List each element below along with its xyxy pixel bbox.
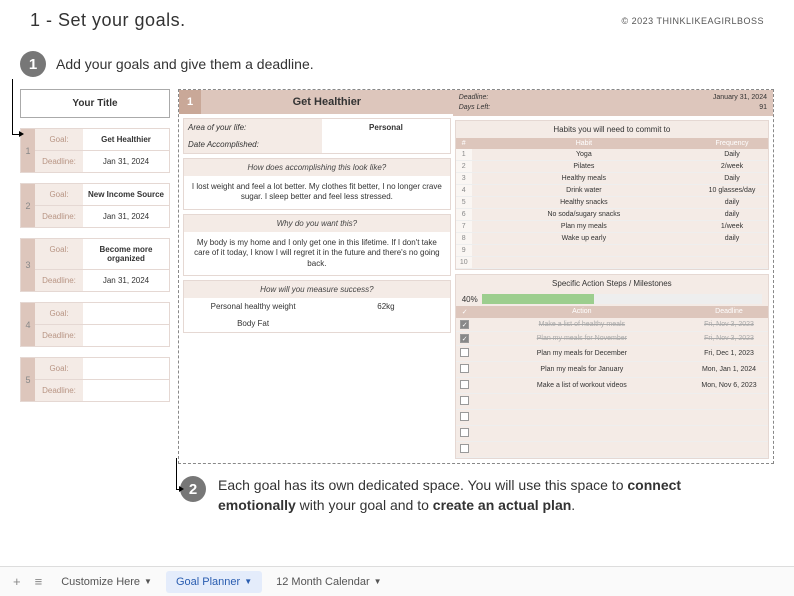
goal-title[interactable]: Get Healthier [83, 129, 169, 150]
checkbox-icon[interactable] [460, 444, 469, 453]
goal-num: 3 [21, 239, 35, 291]
habit-row[interactable]: 8Wake up earlydaily [456, 233, 768, 245]
q2-label: Why do you want this? [184, 215, 450, 232]
goal-label: Goal: [35, 239, 83, 269]
habit-row[interactable]: 10 [456, 257, 768, 269]
habit-row[interactable]: 7Plan my meals1/week [456, 221, 768, 233]
metric-2-value[interactable] [322, 315, 450, 332]
area-value[interactable]: Personal [322, 119, 450, 136]
action-row[interactable]: ✓ Plan my meals for NovemberFri, Nov 3, … [456, 332, 768, 346]
goal-deadline[interactable] [83, 380, 169, 401]
arrow-2 [176, 458, 180, 490]
action-row[interactable] [456, 394, 768, 410]
step-1-badge: 1 [20, 51, 46, 77]
action-row[interactable]: Plan my meals for JanuaryMon, Jan 1, 202… [456, 362, 768, 378]
goal-title[interactable] [83, 303, 169, 324]
metric-2-label[interactable]: Body Fat [184, 315, 322, 332]
date-acc-label: Date Accomplished: [184, 136, 322, 153]
q1-label: How does accomplishing this look like? [184, 159, 450, 176]
actions-table: Specific Action Steps / Milestones 40% ✓… [455, 274, 769, 459]
goal-card-5[interactable]: 5 Goal: Deadline: [20, 357, 170, 402]
habit-row[interactable]: 5Healthy snacksdaily [456, 197, 768, 209]
copyright: © 2023 THINKLIKEAGIRLBOSS [621, 16, 764, 26]
checkbox-icon[interactable] [460, 412, 469, 421]
action-row[interactable]: Make a list of workout videosMon, Nov 6,… [456, 378, 768, 394]
all-sheets-icon[interactable]: ≡ [30, 574, 48, 589]
progress-bar [482, 294, 762, 304]
detail-header: 1 Get Healthier [179, 90, 453, 114]
goal-num: 5 [21, 358, 35, 401]
tab-goal-planner[interactable]: Goal Planner▼ [166, 571, 262, 593]
habit-row[interactable]: 2Pilates2/week [456, 161, 768, 173]
action-row[interactable]: Plan my meals for DecemberFri, Dec 1, 20… [456, 346, 768, 362]
progress-pct: 40% [462, 295, 478, 304]
step-1-text: Add your goals and give them a deadline. [56, 56, 314, 72]
goal-num: 4 [21, 303, 35, 346]
step-2: 2 Each goal has its own dedicated space.… [180, 476, 734, 515]
goal-deadline[interactable]: Jan 31, 2024 [83, 206, 169, 227]
deadline-label: Deadline: [35, 325, 83, 346]
q2-answer[interactable]: My body is my home and I only get one in… [184, 232, 450, 275]
step-2-text: Each goal has its own dedicated space. Y… [218, 476, 734, 515]
goal-title[interactable]: Become more organized [83, 239, 169, 269]
goal-label: Goal: [35, 129, 83, 150]
date-acc-value[interactable] [322, 136, 450, 153]
goal-deadline[interactable]: Jan 31, 2024 [83, 270, 169, 291]
deadline-label: Deadline: [35, 380, 83, 401]
area-label: Area of your life: [184, 119, 322, 136]
action-row[interactable] [456, 442, 768, 458]
detail-goal-num: 1 [179, 90, 201, 114]
action-row[interactable] [456, 410, 768, 426]
checkbox-icon[interactable] [460, 396, 469, 405]
habit-row[interactable]: 9 [456, 245, 768, 257]
deadline-label: Deadline: [35, 151, 83, 172]
habit-row[interactable]: 1YogaDaily [456, 149, 768, 161]
tab-customize[interactable]: Customize Here▼ [51, 571, 162, 593]
checkbox-icon[interactable] [460, 380, 469, 389]
deadline-label: Deadline: [35, 270, 83, 291]
action-row[interactable]: ✓ Make a list of healthy mealsFri, Nov 3… [456, 318, 768, 332]
goal-detail-panel: 1 Get Healthier Area of your life:Person… [178, 89, 774, 464]
goal-title[interactable] [83, 358, 169, 379]
goal-num: 2 [21, 184, 35, 227]
q3-label: How will you measure success? [184, 281, 450, 298]
tab-calendar[interactable]: 12 Month Calendar▼ [266, 571, 391, 593]
goal-label: Goal: [35, 303, 83, 324]
goal-deadline[interactable]: Jan 31, 2024 [83, 151, 169, 172]
q1-answer[interactable]: I lost weight and feel a lot better. My … [184, 176, 450, 209]
goal-title[interactable]: New Income Source [83, 184, 169, 205]
habit-row[interactable]: 4Drink water10 glasses/day [456, 185, 768, 197]
goal-card-4[interactable]: 4 Goal: Deadline: [20, 302, 170, 347]
goal-card-2[interactable]: 2 Goal:New Income Source Deadline:Jan 31… [20, 183, 170, 228]
goals-sidebar: Your Title 1 Goal:Get Healthier Deadline… [20, 89, 170, 464]
sheet-tabbar: + ≡ Customize Here▼ Goal Planner▼ 12 Mon… [0, 566, 794, 596]
deadline-value: January 31, 2024 [713, 93, 767, 103]
habit-row[interactable]: 3Healthy mealsDaily [456, 173, 768, 185]
step-1: 1 Add your goals and give them a deadlin… [20, 51, 794, 77]
metric-1-value[interactable]: 62kg [322, 298, 450, 315]
detail-meta: Deadline:January 31, 2024 Days Left:91 [453, 90, 773, 116]
arrow-1 [12, 79, 20, 135]
metric-1-label[interactable]: Personal healthy weight [184, 298, 322, 315]
checkbox-icon[interactable] [460, 348, 469, 357]
checkbox-icon[interactable] [460, 364, 469, 373]
checkbox-icon[interactable] [460, 428, 469, 437]
page-title: 1 - Set your goals. [30, 10, 186, 31]
habits-table: Habits you will need to commit to #Habit… [455, 120, 769, 270]
goal-card-3[interactable]: 3 Goal:Become more organized Deadline:Ja… [20, 238, 170, 292]
checkbox-icon[interactable]: ✓ [460, 320, 469, 329]
daysleft-value: 91 [759, 103, 767, 113]
goal-card-1[interactable]: 1 Goal:Get Healthier Deadline:Jan 31, 20… [20, 128, 170, 173]
goal-label: Goal: [35, 184, 83, 205]
habit-row[interactable]: 6No soda/sugary snacksdaily [456, 209, 768, 221]
title-input[interactable]: Your Title [20, 89, 170, 118]
action-row[interactable] [456, 426, 768, 442]
detail-goal-title: Get Healthier [201, 90, 453, 114]
goal-deadline[interactable] [83, 325, 169, 346]
deadline-label: Deadline: [35, 206, 83, 227]
add-sheet-icon[interactable]: + [8, 574, 26, 589]
goal-label: Goal: [35, 358, 83, 379]
checkbox-icon[interactable]: ✓ [460, 334, 469, 343]
